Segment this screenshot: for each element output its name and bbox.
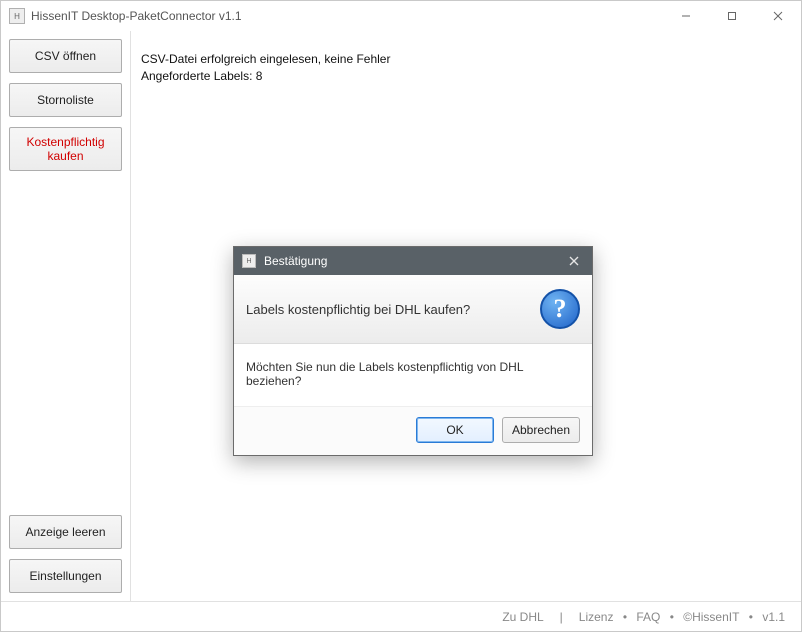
clear-display-button[interactable]: Anzeige leeren: [9, 515, 122, 549]
sidebar: CSV öffnen Stornoliste Kostenpflichtig k…: [1, 31, 131, 601]
dialog-headline: Labels kostenpflichtig bei DHL kaufen?: [246, 302, 540, 317]
footer-copyright[interactable]: ©HissenIT: [683, 610, 739, 624]
dialog-app-icon: H: [242, 254, 256, 268]
dialog-body: Möchten Sie nun die Labels kostenpflicht…: [234, 344, 592, 407]
dialog-close-button[interactable]: [564, 256, 584, 266]
dialog-cancel-button[interactable]: Abbrechen: [502, 417, 580, 443]
footer-lizenz[interactable]: Lizenz: [579, 610, 614, 624]
footer-dot: •: [745, 610, 756, 624]
csv-open-button[interactable]: CSV öffnen: [9, 39, 122, 73]
minimize-button[interactable]: [663, 1, 709, 31]
question-icon: ?: [540, 289, 580, 329]
footer-dot: •: [666, 610, 677, 624]
maximize-button[interactable]: [709, 1, 755, 31]
footer-zu-dhl[interactable]: Zu DHL: [502, 610, 543, 624]
footer-faq[interactable]: FAQ: [636, 610, 660, 624]
footer-sep: |: [550, 610, 573, 624]
dialog-header: Labels kostenpflichtig bei DHL kaufen? ?: [234, 275, 592, 344]
dialog-title: Bestätigung: [264, 254, 564, 268]
dialog-titlebar[interactable]: H Bestätigung: [234, 247, 592, 275]
status-line-2: Angeforderte Labels: 8: [141, 68, 791, 85]
confirmation-dialog: H Bestätigung Labels kostenpflichtig bei…: [233, 246, 593, 456]
footer: Zu DHL | Lizenz • FAQ • ©HissenIT • v1.1: [1, 601, 801, 631]
window-controls: [663, 1, 801, 31]
settings-button[interactable]: Einstellungen: [9, 559, 122, 593]
footer-dot: •: [619, 610, 630, 624]
buy-button[interactable]: Kostenpflichtig kaufen: [9, 127, 122, 171]
footer-version: v1.1: [762, 610, 785, 624]
status-line-1: CSV-Datei erfolgreich eingelesen, keine …: [141, 51, 791, 68]
close-button[interactable]: [755, 1, 801, 31]
window-title: HissenIT Desktop-PaketConnector v1.1: [31, 9, 663, 23]
dialog-button-row: OK Abbrechen: [234, 407, 592, 455]
window-titlebar: H HissenIT Desktop-PaketConnector v1.1: [1, 1, 801, 31]
app-icon: H: [9, 8, 25, 24]
dialog-ok-button[interactable]: OK: [416, 417, 494, 443]
stornoliste-button[interactable]: Stornoliste: [9, 83, 122, 117]
